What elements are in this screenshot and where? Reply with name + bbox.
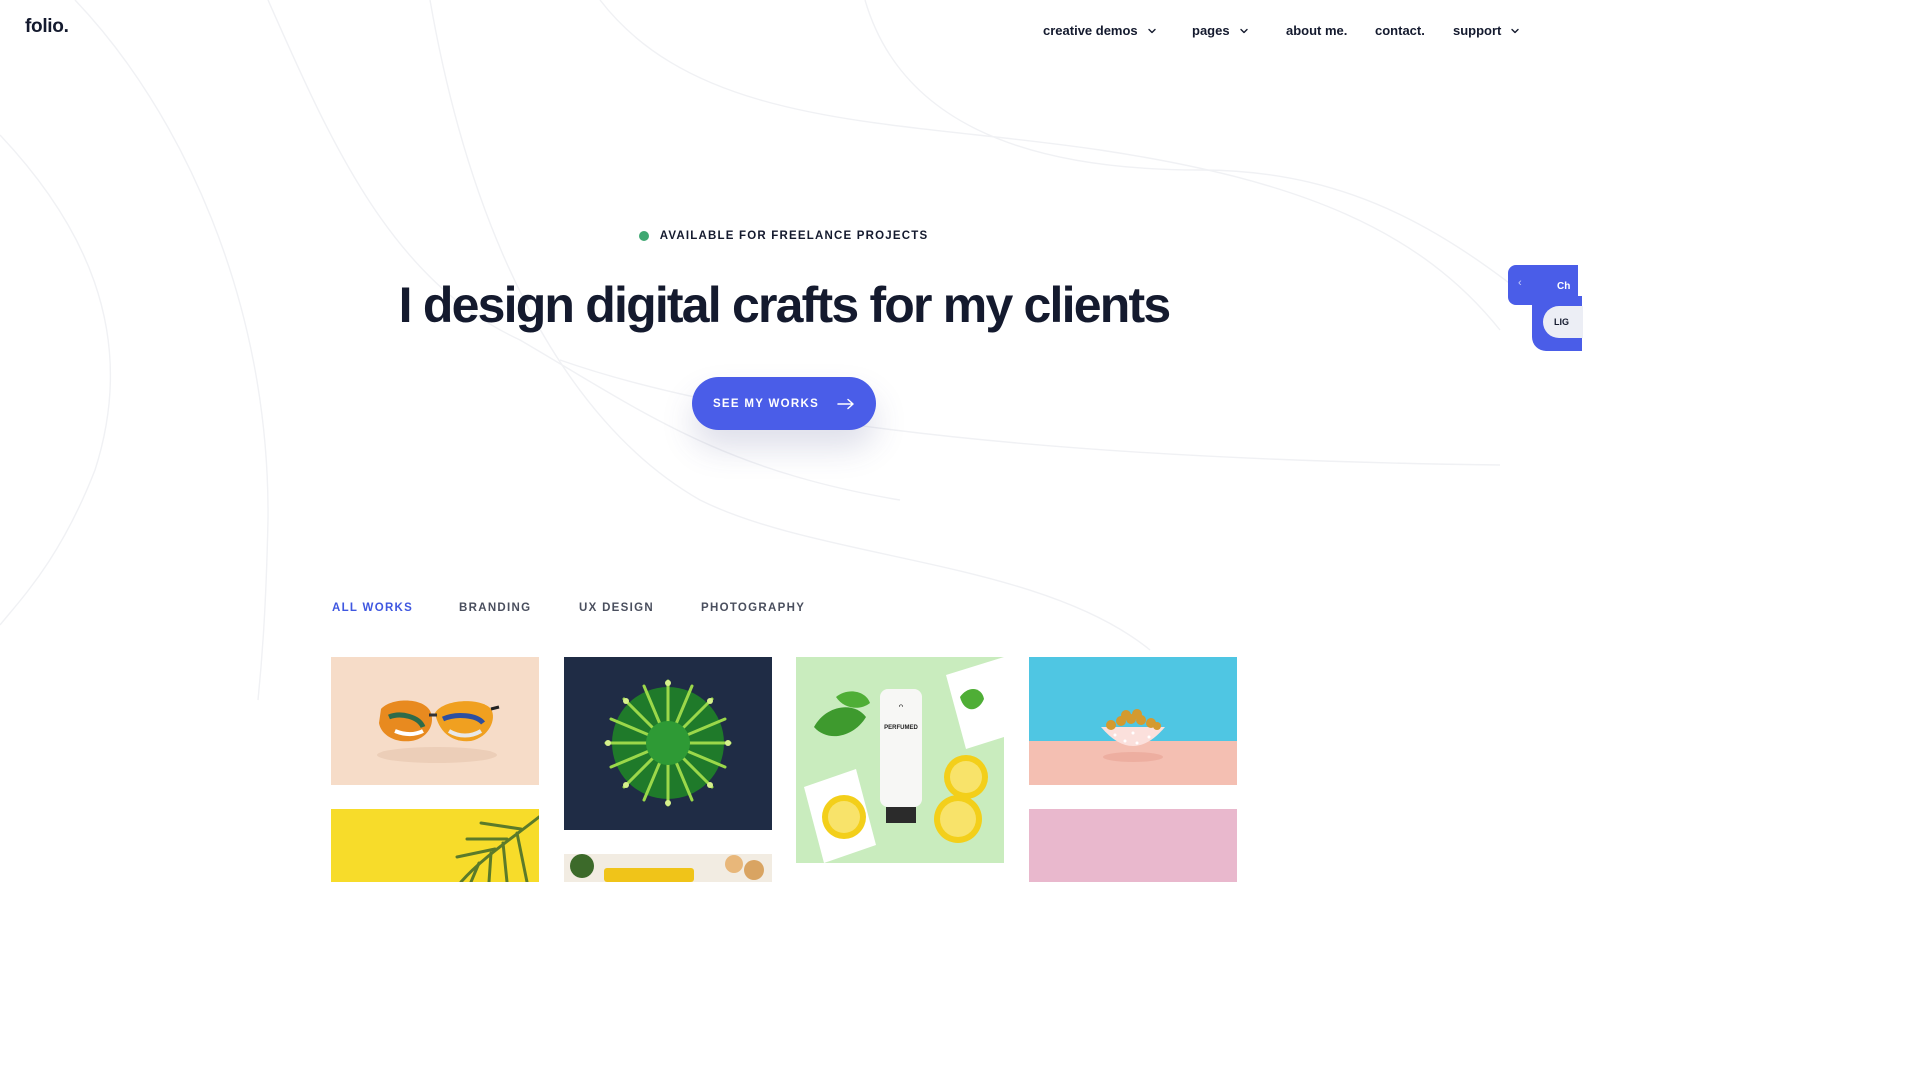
main-nav: creative demos pages about me. contact. … — [0, 23, 1568, 43]
perfumed-tube-image: ᴖ PERFUMED — [796, 657, 1004, 863]
chevron-down-icon — [1239, 28, 1248, 33]
product-name-text: PERFUMED — [884, 725, 918, 731]
portfolio-item-green-straws[interactable] — [564, 657, 772, 830]
nav-item-about-me[interactable]: about me. — [1286, 23, 1347, 38]
chevron-down-icon — [1511, 28, 1520, 33]
availability-badge: AVAILABLE FOR FREELANCE PROJECTS — [0, 230, 1568, 242]
availability-text: AVAILABLE FOR FREELANCE PROJECTS — [659, 230, 929, 242]
portfolio-item-pink[interactable] — [1029, 809, 1237, 882]
filter-ux-design[interactable]: UX DESIGN — [579, 602, 654, 614]
flowers-image — [564, 854, 772, 882]
nav-item-label: creative demos — [1043, 23, 1138, 38]
light-mode-toggle[interactable]: LIG — [1543, 306, 1583, 338]
green-straws-image — [564, 657, 772, 830]
svg-text:ᴖ: ᴖ — [899, 702, 904, 711]
nav-item-label: pages — [1192, 23, 1230, 38]
see-my-works-button[interactable]: SEE MY WORKS — [692, 377, 876, 430]
cereal-bowl-image — [1029, 657, 1237, 785]
portfolio-item-sunglasses[interactable] — [331, 657, 539, 785]
filter-photography[interactable]: PHOTOGRAPHY — [701, 602, 805, 614]
light-mode-label: LIG — [1554, 317, 1569, 327]
portfolio-item-cereal-bowl[interactable] — [1029, 657, 1237, 785]
status-dot-icon — [638, 231, 649, 241]
portfolio-item-flowers[interactable] — [564, 854, 772, 882]
nav-item-contact[interactable]: contact. — [1375, 23, 1425, 38]
portfolio-item-perfumed[interactable]: ᴖ PERFUMED — [796, 657, 1004, 863]
sunglasses-image — [331, 657, 539, 785]
chevron-left-icon[interactable]: ‹ — [1518, 277, 1522, 289]
nav-item-label: about me. — [1286, 23, 1348, 38]
nav-item-label: contact. — [1375, 23, 1425, 38]
theme-toggle-wrap: LIG — [1532, 296, 1583, 351]
portfolio-filters: ALL WORKS BRANDING UX DESIGN PHOTOGRAPHY — [0, 602, 1568, 616]
palm-leaf-image — [331, 809, 539, 882]
portfolio-item-palm-leaf[interactable] — [331, 809, 539, 882]
chevron-down-icon — [1147, 28, 1156, 33]
pink-backdrop-image — [1029, 809, 1237, 882]
nav-item-pages[interactable]: pages — [1192, 23, 1249, 38]
filter-all-works[interactable]: ALL WORKS — [332, 602, 413, 614]
style-switcher-label: Ch — [1557, 281, 1571, 292]
nav-item-label: support — [1453, 23, 1502, 38]
cta-label: SEE MY WORKS — [712, 397, 820, 410]
background-curves — [0, 0, 1568, 701]
hero-headline: I design digital crafts for my clients — [398, 277, 1171, 333]
filter-branding[interactable]: BRANDING — [459, 602, 531, 614]
nav-item-creative-demos[interactable]: creative demos — [1043, 23, 1157, 38]
arrow-right-icon — [837, 398, 854, 409]
nav-item-support[interactable]: support — [1453, 23, 1520, 38]
